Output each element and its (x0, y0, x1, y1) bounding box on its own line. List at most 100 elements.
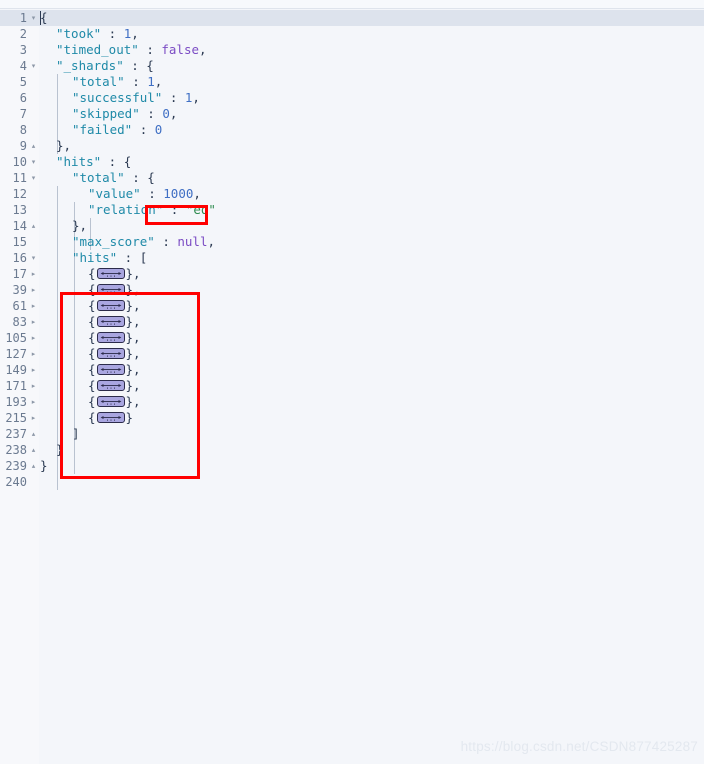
code-line[interactable]: 2 "took" : 1, (0, 26, 704, 42)
token: 0 (162, 106, 170, 121)
collapsed-fold-widget-icon[interactable] (96, 412, 125, 423)
fold-arrow-icon[interactable]: ▸ (29, 266, 38, 282)
code-line[interactable]: 17 ▸{}, (0, 266, 704, 282)
token: "relation" (88, 202, 164, 217)
code-text: {}, (40, 266, 141, 282)
code-line[interactable]: 83 ▸{}, (0, 314, 704, 330)
code-line[interactable]: 105 ▸{}, (0, 330, 704, 346)
fold-arrow-icon[interactable]: ▾ (29, 170, 38, 186)
fold-arrow-icon[interactable]: ▸ (29, 282, 38, 298)
code-text: {}, (40, 298, 141, 314)
code-line[interactable]: 10 ▾ "hits" : { (0, 154, 704, 170)
line-number: 237 (5, 427, 27, 441)
fold-arrow-icon[interactable]: ▾ (29, 58, 38, 74)
fold-arrow-icon[interactable]: ▴ (29, 426, 38, 442)
code-text: "total" : { (40, 170, 155, 186)
code-line[interactable]: 7 "skipped" : 0, (0, 106, 704, 122)
code-line[interactable]: 239 ▴} (0, 458, 704, 474)
token: "total" (72, 170, 125, 185)
token: "successful" (72, 90, 163, 105)
token: { (88, 330, 96, 345)
token: , (192, 90, 200, 105)
token: , (169, 106, 178, 121)
code-text: "max_score" : null, (40, 234, 215, 250)
token: , (154, 74, 163, 89)
collapsed-fold-widget-icon[interactable] (96, 380, 125, 391)
json-editor[interactable]: 1 ▾{2 "took" : 1, 3 "timed_out" : false, 4 ▾ "_… (0, 10, 704, 764)
line-number: 3 (19, 43, 27, 57)
line-number: 10 (12, 155, 27, 169)
code-line[interactable]: 4 ▾ "_shards" : { (0, 58, 704, 74)
collapsed-fold-widget-icon[interactable] (96, 396, 125, 407)
line-number: 39 (12, 283, 27, 297)
code-line[interactable]: 16 ▾ "hits" : [ (0, 250, 704, 266)
code-line[interactable]: 171 ▸{}, (0, 378, 704, 394)
token: : (154, 234, 178, 249)
code-line[interactable]: 6 "successful" : 1, (0, 90, 704, 106)
fold-arrow-icon[interactable]: ▴ (29, 138, 38, 154)
fold-arrow-icon[interactable]: ▸ (29, 410, 38, 426)
code-lines[interactable]: 1 ▾{2 "took" : 1, 3 "timed_out" : false, 4 ▾ "_… (0, 10, 704, 490)
code-line[interactable]: 8 "failed" : 0 (0, 122, 704, 138)
code-text: { (40, 10, 48, 26)
code-text: "skipped" : 0, (40, 106, 177, 122)
fold-arrow-icon[interactable]: ▾ (29, 250, 38, 266)
fold-arrow-icon[interactable]: ▾ (29, 10, 38, 26)
token: { (40, 10, 48, 25)
token: { (88, 410, 96, 425)
fold-arrow-icon[interactable]: ▾ (29, 154, 38, 170)
code-line[interactable]: 193 ▸{}, (0, 394, 704, 410)
fold-arrow-icon[interactable]: ▸ (29, 314, 38, 330)
code-line[interactable]: 149 ▸{}, (0, 362, 704, 378)
token: } (56, 442, 64, 457)
code-line[interactable]: 5 "total" : 1, (0, 74, 704, 90)
collapsed-fold-widget-icon[interactable] (96, 268, 125, 279)
token: "skipped" (72, 106, 140, 121)
fold-arrow-icon[interactable]: ▸ (29, 346, 38, 362)
token: "hits" (72, 250, 118, 265)
code-line[interactable]: 14 ▴}, (0, 218, 704, 234)
code-text: "hits" : { (40, 154, 131, 170)
fold-arrow-icon[interactable]: ▸ (29, 298, 38, 314)
code-text: {}, (40, 362, 141, 378)
code-line[interactable]: 3 "timed_out" : false, (0, 42, 704, 58)
line-number: 149 (5, 363, 27, 377)
code-line[interactable]: 215 ▸{} (0, 410, 704, 426)
code-line[interactable]: 12 "value" : 1000, (0, 186, 704, 202)
collapsed-fold-widget-icon[interactable] (96, 316, 125, 327)
fold-arrow-icon[interactable]: ▴ (29, 458, 38, 474)
fold-arrow-icon[interactable]: ▸ (29, 362, 38, 378)
code-text: ] (40, 426, 80, 442)
collapsed-fold-widget-icon[interactable] (96, 348, 125, 359)
collapsed-fold-widget-icon[interactable] (96, 364, 125, 375)
fold-arrow-icon[interactable]: ▴ (29, 218, 38, 234)
code-line[interactable]: 237 ▴] (0, 426, 704, 442)
fold-arrow-icon[interactable]: ▸ (29, 378, 38, 394)
token: false (161, 42, 200, 57)
collapsed-fold-widget-icon[interactable] (96, 284, 125, 295)
token: }, (125, 266, 141, 281)
code-line[interactable]: 61 ▸{}, (0, 298, 704, 314)
code-text: "hits" : [ (40, 250, 147, 266)
token: }, (125, 298, 141, 313)
code-line[interactable]: 240 (0, 474, 704, 490)
line-number: 240 (5, 475, 27, 489)
code-line[interactable]: 15 "max_score" : null, (0, 234, 704, 250)
token: "took" (56, 26, 102, 41)
code-line[interactable]: 9 ▴}, (0, 138, 704, 154)
fold-arrow-icon[interactable]: ▴ (29, 442, 38, 458)
code-line[interactable]: 127 ▸{}, (0, 346, 704, 362)
code-text: "value" : 1000, (40, 186, 201, 202)
editor-top-ruler[interactable] (0, 0, 704, 9)
fold-arrow-icon[interactable]: ▸ (29, 330, 38, 346)
code-line[interactable]: 39 ▸{}, (0, 282, 704, 298)
token: , (207, 234, 216, 249)
fold-arrow-icon[interactable]: ▸ (29, 394, 38, 410)
code-line[interactable]: 11 ▾ "total" : { (0, 170, 704, 186)
collapsed-fold-widget-icon[interactable] (96, 332, 125, 343)
token: { (88, 394, 96, 409)
code-line[interactable]: 1 ▾{ (0, 10, 704, 26)
code-line[interactable]: 238 ▴} (0, 442, 704, 458)
collapsed-fold-widget-icon[interactable] (96, 300, 125, 311)
code-line[interactable]: 13 "relation" : "eq" (0, 202, 704, 218)
